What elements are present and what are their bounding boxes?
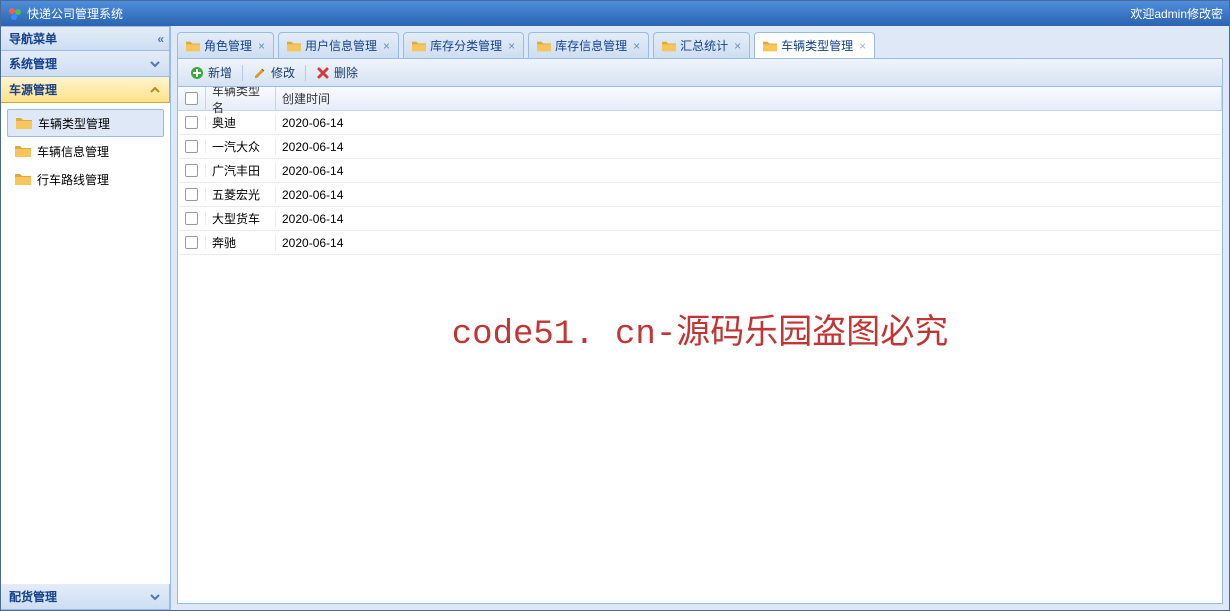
toolbar: 新增 修改 删除 bbox=[178, 59, 1222, 87]
checkbox-icon[interactable] bbox=[185, 116, 198, 129]
accordion-system[interactable]: 系统管理 bbox=[1, 51, 170, 77]
sidebar-item-vehicle-info[interactable]: 车辆信息管理 bbox=[7, 137, 164, 165]
row-name: 一汽大众 bbox=[206, 138, 276, 155]
toolbar-separator bbox=[305, 65, 306, 81]
accordion-dispatch[interactable]: 配货管理 bbox=[1, 584, 170, 610]
row-date: 2020-06-14 bbox=[276, 188, 1222, 202]
row-name: 广汽丰田 bbox=[206, 162, 276, 179]
delete-icon bbox=[316, 66, 330, 80]
tab-label: 库存信息管理 bbox=[555, 37, 627, 54]
row-checkbox-cell[interactable] bbox=[178, 164, 206, 177]
tab-2[interactable]: 库存分类管理 × bbox=[403, 32, 524, 58]
row-checkbox-cell[interactable] bbox=[178, 188, 206, 201]
folder-icon bbox=[15, 144, 31, 158]
accordion-body: 车辆类型管理 车辆信息管理 行车路线管理 bbox=[1, 103, 170, 584]
header-checkbox-cell[interactable] bbox=[178, 87, 206, 110]
folder-icon bbox=[287, 40, 301, 52]
sidebar-item-route[interactable]: 行车路线管理 bbox=[7, 165, 164, 193]
tab-close-icon[interactable]: × bbox=[859, 40, 866, 52]
add-icon bbox=[190, 66, 204, 80]
checkbox-icon[interactable] bbox=[185, 188, 198, 201]
table-row[interactable]: 奔驰2020-06-14 bbox=[178, 231, 1222, 255]
tabstrip: 角色管理 × 用户信息管理 × 库存分类管理 × 库存信息管理 × 汇总统计 × 车辆类型管理 × bbox=[177, 32, 1223, 58]
tab-close-icon[interactable]: × bbox=[633, 40, 640, 52]
chevron-up-icon bbox=[149, 84, 161, 96]
row-checkbox-cell[interactable] bbox=[178, 236, 206, 249]
chevron-down-icon bbox=[149, 591, 161, 603]
sidebar-title: 导航菜单 « bbox=[1, 26, 170, 51]
folder-icon bbox=[537, 40, 551, 52]
tab-3[interactable]: 库存信息管理 × bbox=[528, 32, 649, 58]
tab-label: 用户信息管理 bbox=[305, 37, 377, 54]
table-row[interactable]: 奥迪2020-06-14 bbox=[178, 111, 1222, 135]
table-row[interactable]: 广汽丰田2020-06-14 bbox=[178, 159, 1222, 183]
row-date: 2020-06-14 bbox=[276, 212, 1222, 226]
row-checkbox-cell[interactable] bbox=[178, 116, 206, 129]
checkbox-icon[interactable] bbox=[185, 140, 198, 153]
tab-1[interactable]: 用户信息管理 × bbox=[278, 32, 399, 58]
tab-close-icon[interactable]: × bbox=[383, 40, 390, 52]
table-row[interactable]: 一汽大众2020-06-14 bbox=[178, 135, 1222, 159]
folder-icon bbox=[186, 40, 200, 52]
checkbox-icon[interactable] bbox=[185, 164, 198, 177]
table-row[interactable]: 大型货车2020-06-14 bbox=[178, 207, 1222, 231]
tab-close-icon[interactable]: × bbox=[258, 40, 265, 52]
accordion-vehicle[interactable]: 车源管理 bbox=[1, 77, 170, 103]
data-grid[interactable]: 车辆类型名 创建时间 奥迪2020-06-14一汽大众2020-06-14广汽丰… bbox=[178, 87, 1222, 603]
add-button[interactable]: 新增 bbox=[184, 62, 238, 83]
header-date[interactable]: 创建时间 bbox=[276, 87, 1222, 110]
sidebar: 导航菜单 « 系统管理 车源管理 bbox=[1, 26, 171, 610]
row-name: 奥迪 bbox=[206, 114, 276, 131]
checkbox-icon[interactable] bbox=[185, 92, 198, 105]
welcome-text[interactable]: 欢迎admin修改密 bbox=[1130, 5, 1223, 22]
tab-label: 库存分类管理 bbox=[430, 37, 502, 54]
row-date: 2020-06-14 bbox=[276, 116, 1222, 130]
content-panel: 新增 修改 删除 bbox=[177, 58, 1223, 604]
row-date: 2020-06-14 bbox=[276, 236, 1222, 250]
app-logo-icon bbox=[7, 6, 23, 22]
table-row[interactable]: 五菱宏光2020-06-14 bbox=[178, 183, 1222, 207]
folder-icon bbox=[662, 40, 676, 52]
app-title: 快递公司管理系统 bbox=[27, 5, 123, 22]
row-name: 奔驰 bbox=[206, 234, 276, 251]
sidebar-collapse-button[interactable]: « bbox=[157, 32, 161, 46]
tab-label: 角色管理 bbox=[204, 37, 252, 54]
delete-button[interactable]: 删除 bbox=[310, 62, 364, 83]
folder-icon bbox=[16, 116, 32, 130]
grid-header: 车辆类型名 创建时间 bbox=[178, 87, 1222, 111]
row-name: 五菱宏光 bbox=[206, 186, 276, 203]
tab-4[interactable]: 汇总统计 × bbox=[653, 32, 750, 58]
chevron-down-icon bbox=[149, 58, 161, 70]
edit-icon bbox=[253, 66, 267, 80]
toolbar-separator bbox=[242, 65, 243, 81]
folder-icon bbox=[15, 172, 31, 186]
window-titlebar: 快递公司管理系统 欢迎admin修改密 bbox=[1, 1, 1229, 26]
tab-0[interactable]: 角色管理 × bbox=[177, 32, 274, 58]
tab-5[interactable]: 车辆类型管理 × bbox=[754, 32, 875, 58]
row-name: 大型货车 bbox=[206, 210, 276, 227]
header-name[interactable]: 车辆类型名 bbox=[206, 87, 276, 110]
tab-close-icon[interactable]: × bbox=[734, 40, 741, 52]
tab-close-icon[interactable]: × bbox=[508, 40, 515, 52]
edit-button[interactable]: 修改 bbox=[247, 62, 301, 83]
folder-icon bbox=[763, 40, 777, 52]
checkbox-icon[interactable] bbox=[185, 236, 198, 249]
main-area: 角色管理 × 用户信息管理 × 库存分类管理 × 库存信息管理 × 汇总统计 × 车辆类型管理 × 新… bbox=[171, 26, 1229, 610]
folder-icon bbox=[412, 40, 426, 52]
tab-label: 车辆类型管理 bbox=[781, 37, 853, 54]
row-date: 2020-06-14 bbox=[276, 140, 1222, 154]
tab-label: 汇总统计 bbox=[680, 37, 728, 54]
row-date: 2020-06-14 bbox=[276, 164, 1222, 178]
row-checkbox-cell[interactable] bbox=[178, 212, 206, 225]
sidebar-item-vehicle-type[interactable]: 车辆类型管理 bbox=[7, 109, 164, 137]
checkbox-icon[interactable] bbox=[185, 212, 198, 225]
row-checkbox-cell[interactable] bbox=[178, 140, 206, 153]
